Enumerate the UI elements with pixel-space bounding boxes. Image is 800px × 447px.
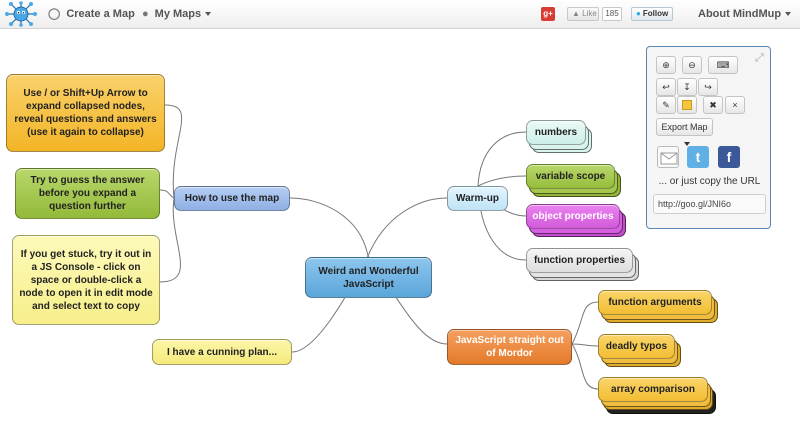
- connector: [159, 189, 175, 199]
- connector: [477, 175, 527, 187]
- collapse-panel-icon[interactable]: ⤢: [755, 52, 764, 65]
- clear-button[interactable]: ✖: [703, 96, 723, 114]
- sign-in-icon: ↪: [704, 82, 712, 92]
- envelope-icon: [660, 152, 678, 165]
- object-properties-node[interactable]: object properties: [526, 204, 620, 229]
- mordor-node[interactable]: JavaScript straight out of Mordor: [447, 329, 572, 365]
- email-share-icon[interactable]: [657, 146, 679, 168]
- sign-out-icon: ↩: [662, 82, 670, 92]
- function-properties-text: function properties: [533, 255, 626, 266]
- export-map-label: Export Map: [661, 122, 708, 132]
- deadly-typos-text: deadly typos: [605, 341, 668, 352]
- how-to-use-text: How to use the map: [184, 193, 280, 204]
- connector: [571, 301, 599, 345]
- toolbox-panel: ⤢ ⊕ ⊖ ⌨ ↩ ↧ ↪ ✎ ✖ × Export Map t f ... o…: [646, 46, 771, 229]
- twitter-share-icon[interactable]: t: [687, 146, 709, 168]
- object-properties-text: object properties: [532, 211, 614, 222]
- tip-console-node[interactable]: If you get stuck, try it out in a JS Con…: [12, 235, 160, 325]
- connector: [289, 197, 369, 257]
- facebook-share-icon[interactable]: f: [718, 146, 740, 168]
- function-arguments-text: function arguments: [608, 297, 702, 308]
- export-map-dropdown[interactable]: Export Map: [656, 118, 713, 146]
- warmup-text: Warm-up: [456, 193, 499, 204]
- how-to-use-node[interactable]: How to use the map: [174, 186, 290, 211]
- connector: [164, 104, 183, 199]
- close-icon: ×: [732, 100, 738, 110]
- keyboard-shortcuts-button[interactable]: ⌨: [708, 56, 738, 74]
- cunning-plan-node[interactable]: I have a cunning plan...: [152, 339, 292, 365]
- share-url-field[interactable]: http://goo.gl/JNI6o: [653, 194, 766, 214]
- sign-out-button[interactable]: ↩: [656, 78, 676, 96]
- connector: [571, 343, 599, 347]
- function-properties-node[interactable]: function properties: [526, 248, 633, 273]
- eraser-icon: ✖: [709, 100, 717, 110]
- pencil-icon: ✎: [662, 100, 670, 110]
- tip-expand-node[interactable]: Use / or Shift+Up Arrow to expand collap…: [6, 74, 165, 152]
- zoom-in-icon: ⊕: [662, 60, 670, 70]
- download-button[interactable]: ↧: [677, 78, 697, 96]
- color-swatch-icon: [682, 100, 692, 110]
- cunning-plan-text: I have a cunning plan...: [166, 346, 278, 358]
- warmup-node[interactable]: Warm-up: [447, 186, 508, 211]
- variable-scope-node[interactable]: variable scope: [526, 164, 615, 189]
- zoom-out-icon: ⊖: [688, 60, 696, 70]
- chevron-down-icon: [683, 141, 690, 146]
- sign-in-button[interactable]: ↪: [698, 78, 718, 96]
- tip-console-text: If you get stuck, try it out in a JS Con…: [19, 248, 153, 312]
- array-comparison-node[interactable]: array comparison: [598, 377, 708, 402]
- copy-url-hint: ... or just copy the URL: [658, 176, 761, 187]
- variable-scope-text: variable scope: [535, 171, 606, 182]
- deadly-typos-node[interactable]: deadly typos: [598, 334, 675, 359]
- keyboard-icon: ⌨: [716, 60, 730, 70]
- root-text: Weird and Wonderful JavaScript: [318, 265, 419, 290]
- zoom-in-button[interactable]: ⊕: [656, 56, 676, 74]
- close-button[interactable]: ×: [725, 96, 745, 114]
- edit-button[interactable]: ✎: [656, 96, 676, 114]
- zoom-out-button[interactable]: ⊖: [682, 56, 702, 74]
- color-picker-button[interactable]: [677, 96, 697, 114]
- tip-guess-text: Try to guess the answer before you expan…: [30, 175, 145, 212]
- array-comparison-text: array comparison: [611, 384, 695, 395]
- mordor-text: JavaScript straight out of Mordor: [455, 335, 564, 359]
- connector: [159, 197, 181, 283]
- root-node[interactable]: Weird and Wonderful JavaScript: [305, 257, 432, 298]
- tip-guess-node[interactable]: Try to guess the answer before you expan…: [15, 168, 160, 219]
- download-icon: ↧: [683, 82, 691, 92]
- connector: [367, 197, 448, 257]
- tip-expand-text: Use / or Shift+Up Arrow to expand collap…: [14, 88, 157, 138]
- numbers-node[interactable]: numbers: [526, 120, 586, 145]
- numbers-text: numbers: [534, 127, 578, 138]
- connector: [571, 343, 599, 390]
- function-arguments-node[interactable]: function arguments: [598, 290, 712, 315]
